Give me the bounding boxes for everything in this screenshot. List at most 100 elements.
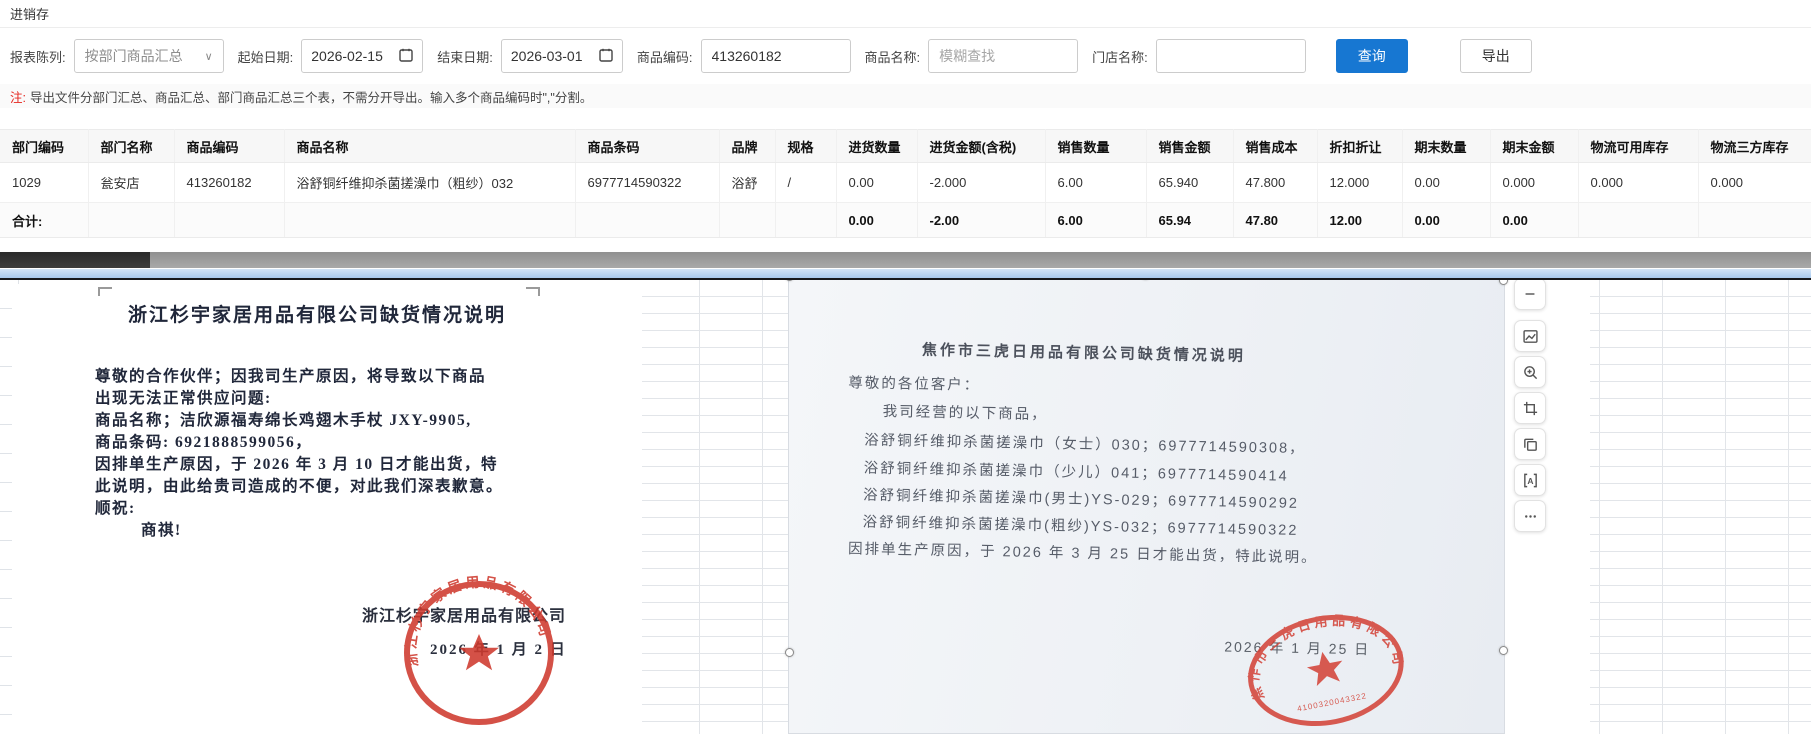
col-header: 商品条码 (575, 129, 720, 163)
chart-image-button[interactable] (1514, 320, 1546, 352)
doc-line: 因排单生产原因，于 2026 年 3 月 25 日才能出货，特此说明。 (847, 541, 1318, 567)
image-toolbar: A (1514, 280, 1548, 532)
selection-handle-right-mid[interactable] (1499, 646, 1508, 655)
doc-line: 我司经营的以下商品， (882, 403, 1048, 424)
report-table: 部门编码 部门名称 商品编码 商品名称 商品条码 品牌 规格 进货数量 进货金额… (0, 129, 1811, 238)
col-header: 进货金额(含税) (917, 129, 1046, 163)
product-code-input[interactable] (700, 39, 851, 73)
cell-product-name: 浴舒铜纤维抑杀菌搓澡巾（粗纱）032 (284, 162, 576, 203)
doc-right-date: 2026 年 1 月 25 日 (1224, 638, 1371, 658)
start-date-value: 2026-02-15 (311, 48, 383, 64)
doc-line: 商祺! (141, 522, 182, 539)
total-cell (174, 202, 285, 238)
col-header: 折扣折让 (1317, 129, 1403, 163)
crop-mark (526, 287, 540, 296)
page-title: 进销存 (10, 7, 50, 22)
app-bar: 进销存 (0, 0, 1811, 28)
calendar-icon[interactable] (399, 48, 413, 65)
total-sales-cost: 47.80 (1233, 202, 1318, 238)
text-recognition-button[interactable]: A (1514, 464, 1546, 496)
note-text: 导出文件分部门汇总、商品汇总、部门商品汇总三个表，不需分开导出。输入多个商品编码… (29, 90, 593, 105)
store-name-label: 门店名称: (1092, 49, 1148, 65)
table-total-row: 合计: 0.00 -2.00 6.00 65.94 47.80 12.00 0.… (0, 202, 1811, 238)
cell-barcode: 6977714590322 (575, 162, 720, 203)
total-label: 合计: (0, 202, 89, 238)
cell-sales-cost: 47.800 (1233, 162, 1318, 203)
stamp-serial: 4100320043322 (1296, 691, 1367, 713)
doc-right-title: 焦作市三虎日用品有限公司缺货情况说明 (921, 341, 1247, 365)
crop-button[interactable] (1514, 392, 1546, 424)
total-cell (284, 202, 576, 238)
sheet-grid-right (1590, 280, 1811, 734)
doc-line: 浴舒铜纤维抑杀菌搓澡巾（少儿）041；6977714590414 (863, 460, 1289, 485)
cell-brand: 浴舒 (719, 162, 776, 203)
end-date-input[interactable]: 2026-03-01 (500, 39, 623, 73)
store-name-input[interactable] (1155, 39, 1306, 73)
chevron-down-icon: ∨ (204, 50, 213, 63)
product-name-input[interactable] (928, 39, 1079, 73)
doc-line: 尊敬的合作伙伴；因我司生产原因，将导致以下商品 (95, 368, 487, 385)
doc-line: 商品条码: 6921888599056， (95, 434, 313, 451)
product-code-label: 商品编码: (636, 49, 693, 65)
total-ending-amount: 0.00 (1490, 202, 1579, 238)
end-date-label: 结束日期: (437, 49, 493, 65)
doc-right-paper: 焦作市三虎日用品有限公司缺货情况说明 尊敬的各位客户： 我司经营的以下商品， 浴… (789, 280, 1504, 733)
report-layout-value: 按部门商品汇总 (84, 48, 183, 64)
doc-right-body: 尊敬的各位客户： 我司经营的以下商品， 浴舒铜纤维抑杀菌搓澡巾（女士）030；6… (792, 366, 1504, 566)
more-options-button[interactable] (1514, 500, 1546, 532)
start-date-group: 起始日期: 2026-02-15 (238, 39, 424, 73)
total-ending-qty: 0.00 (1402, 202, 1491, 238)
cell-dept-name: 瓮安店 (88, 162, 175, 203)
total-cell (1578, 202, 1699, 238)
selection-handle-left-mid[interactable] (785, 648, 794, 657)
col-header: 物流三方库存 (1698, 129, 1811, 163)
cell-dept-code: 1029 (0, 162, 89, 203)
doc-line: 出现无法正常供应问题: (95, 390, 272, 407)
doc-left-company: 浙江杉宇家居用品有限公司 (362, 608, 567, 625)
total-purchase-amount: -2.00 (917, 202, 1046, 238)
total-cell (775, 202, 837, 238)
sheet-grid-middle (642, 280, 788, 734)
end-date-group: 结束日期: 2026-03-01 (437, 39, 623, 73)
document-image-left[interactable]: 浙江杉宇家居用品有限公司缺货情况说明 尊敬的合作伙伴；因我司生产原因，将导致以下… (12, 284, 642, 734)
doc-line: 商品名称；洁欣源福寿绵长鸡翅木手杖 JXY-9905, (95, 412, 472, 429)
total-cell (575, 202, 720, 238)
doc-line: 浴舒铜纤维抑杀菌搓澡巾(粗纱)YS-032；6977714590322 (862, 514, 1299, 539)
col-header: 部门名称 (88, 129, 175, 163)
end-date-value: 2026-03-01 (510, 48, 583, 64)
document-image-right[interactable]: 焦作市三虎日用品有限公司缺货情况说明 尊敬的各位客户： 我司经营的以下商品， 浴… (788, 280, 1505, 734)
collapse-toolbar-button[interactable] (1514, 280, 1546, 310)
doc-line: 浴舒铜纤维抑杀菌搓澡巾(男士)YS-029；6977714590292 (862, 487, 1300, 512)
doc-left-date: 2026 年 1 月 2 日 (430, 642, 567, 658)
cell-purchase-qty: 0.00 (836, 162, 918, 203)
col-header: 物流可用库存 (1578, 129, 1699, 163)
doc-line: 此说明，由此给贵司造成的不便，对此我们深表歉意。 (95, 478, 504, 495)
svg-text:A: A (1527, 475, 1533, 485)
start-date-input[interactable]: 2026-02-15 (301, 39, 424, 73)
document-viewer-pane: 浙江杉宇家居用品有限公司缺货情况说明 尊敬的合作伙伴；因我司生产原因，将导致以下… (0, 252, 1811, 734)
cell-logistics-available: 0.000 (1578, 162, 1699, 203)
col-header: 部门编码 (0, 129, 89, 163)
report-layout-group: 报表陈列: 按部门商品汇总 ∨ (10, 39, 224, 73)
horizontal-scrollbar[interactable] (0, 252, 1811, 268)
scrollbar-thumb[interactable] (0, 252, 150, 268)
col-header: 规格 (775, 129, 837, 163)
cell-logistics-thirdparty: 0.000 (1698, 162, 1811, 203)
cell-ending-qty: 0.00 (1402, 162, 1491, 203)
query-button[interactable]: 查询 (1335, 39, 1408, 73)
report-layout-select[interactable]: 按部门商品汇总 ∨ (73, 39, 224, 73)
doc-line: 顺祝: (95, 500, 136, 517)
total-cell (88, 202, 175, 238)
note-prefix: 注: (10, 90, 26, 105)
copy-button[interactable] (1514, 428, 1546, 460)
calendar-icon[interactable] (599, 48, 613, 65)
start-date-label: 起始日期: (237, 49, 294, 65)
total-sales-amount: 65.94 (1146, 202, 1234, 238)
zoom-in-button[interactable] (1514, 356, 1546, 388)
export-button[interactable]: 导出 (1459, 39, 1532, 73)
doc-line: 尊敬的各位客户： (848, 375, 981, 394)
table-row[interactable]: 1029 瓮安店 413260182 浴舒铜纤维抑杀菌搓澡巾（粗纱）032 69… (0, 162, 1811, 203)
cell-sales-amount: 65.940 (1146, 162, 1234, 203)
spreadsheet-canvas: 浙江杉宇家居用品有限公司缺货情况说明 尊敬的合作伙伴；因我司生产原因，将导致以下… (0, 280, 1811, 734)
selection-handle-top-right[interactable] (1499, 280, 1508, 285)
